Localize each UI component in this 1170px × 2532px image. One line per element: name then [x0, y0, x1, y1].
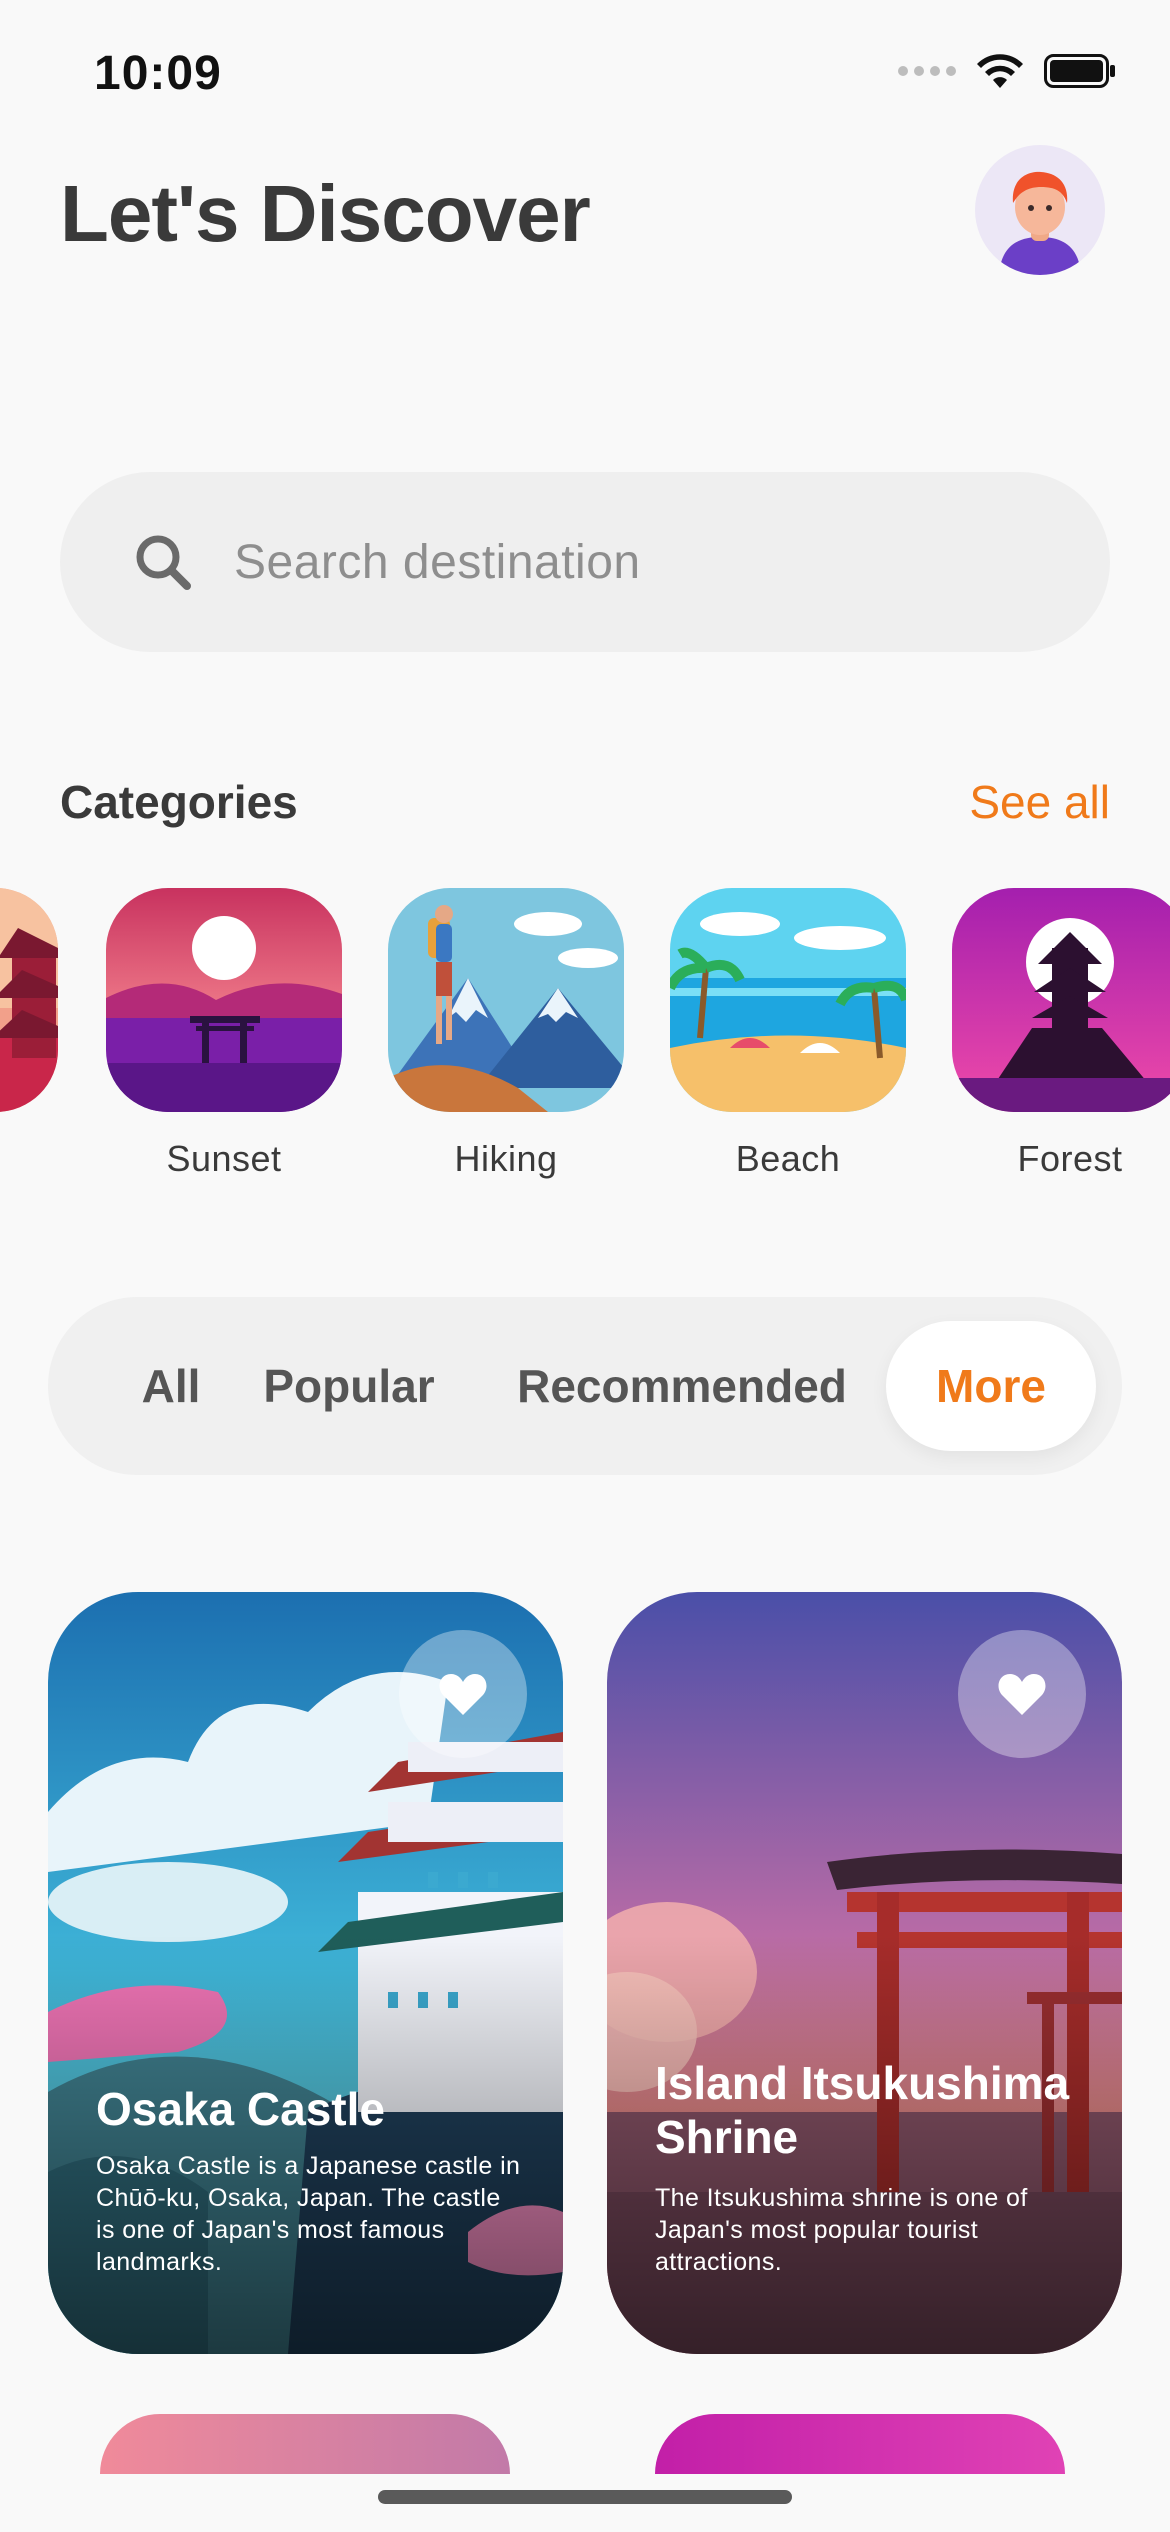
search-bar[interactable]: Search destination: [60, 472, 1110, 652]
category-thumbnail: [0, 888, 58, 1112]
destination-card-osaka-castle[interactable]: Osaka Castle Osaka Castle is a Japanese …: [48, 1592, 563, 2354]
tab-more[interactable]: More: [886, 1321, 1096, 1451]
category-thumbnail: [952, 888, 1170, 1112]
category-item-forest[interactable]: Forest: [952, 888, 1170, 1180]
destination-card-peek[interactable]: [655, 2414, 1065, 2474]
card-title: Osaka Castle: [96, 2083, 385, 2135]
heart-icon: [998, 1674, 1046, 1715]
filter-tabs: All Popular Recommended More: [48, 1297, 1122, 1475]
wifi-icon: [977, 54, 1023, 88]
avatar-icon: [999, 171, 1081, 275]
category-thumbnail: [106, 888, 342, 1112]
favorite-button[interactable]: [958, 1630, 1086, 1758]
category-item-pagoda[interactable]: [0, 888, 58, 1112]
card-title: Island Itsukushima Shrine: [655, 2057, 1070, 2163]
page-title: Let's Discover: [60, 169, 591, 258]
category-item-sunset[interactable]: Sunset: [106, 888, 342, 1180]
favorite-button[interactable]: [399, 1630, 527, 1758]
category-label: Forest: [1017, 1138, 1123, 1179]
card-overlay: [48, 1934, 563, 2354]
card-description: The Itsukushima shrine is one of Japan's…: [655, 2184, 1028, 2276]
tab-all[interactable]: All: [108, 1297, 234, 1475]
category-label: Beach: [735, 1138, 841, 1179]
category-label: Hiking: [454, 1138, 558, 1179]
destination-card-itsukushima-shrine[interactable]: Island Itsukushima Shrine The Itsukushim…: [607, 1592, 1122, 2354]
category-thumbnail: [670, 888, 906, 1112]
tab-popular[interactable]: Popular: [244, 1297, 454, 1475]
category-item-beach[interactable]: Beach: [670, 888, 906, 1180]
category-item-hiking[interactable]: Hiking: [388, 888, 624, 1180]
search-icon: [136, 535, 191, 590]
home-indicator[interactable]: [378, 2490, 792, 2504]
category-carousel[interactable]: Sunset Hiking Beach Forest: [0, 888, 1170, 1188]
category-label: Sunset: [166, 1138, 282, 1179]
category-thumbnail: [388, 888, 624, 1112]
see-all-link[interactable]: See all: [969, 775, 1110, 829]
battery-icon: [1044, 54, 1115, 88]
tab-recommended[interactable]: Recommended: [462, 1297, 902, 1475]
categories-heading: Categories: [60, 776, 298, 828]
card-description: Osaka Castle is a Japanese castle in Chū…: [96, 2152, 521, 2276]
status-time: 10:09: [94, 47, 222, 100]
cellular-signal-icon: [898, 66, 956, 76]
destination-card-peek[interactable]: [100, 2414, 510, 2474]
search-input[interactable]: Search destination: [234, 535, 641, 590]
heart-icon: [439, 1674, 487, 1715]
status-icons: [898, 52, 1116, 90]
avatar[interactable]: [975, 145, 1105, 275]
